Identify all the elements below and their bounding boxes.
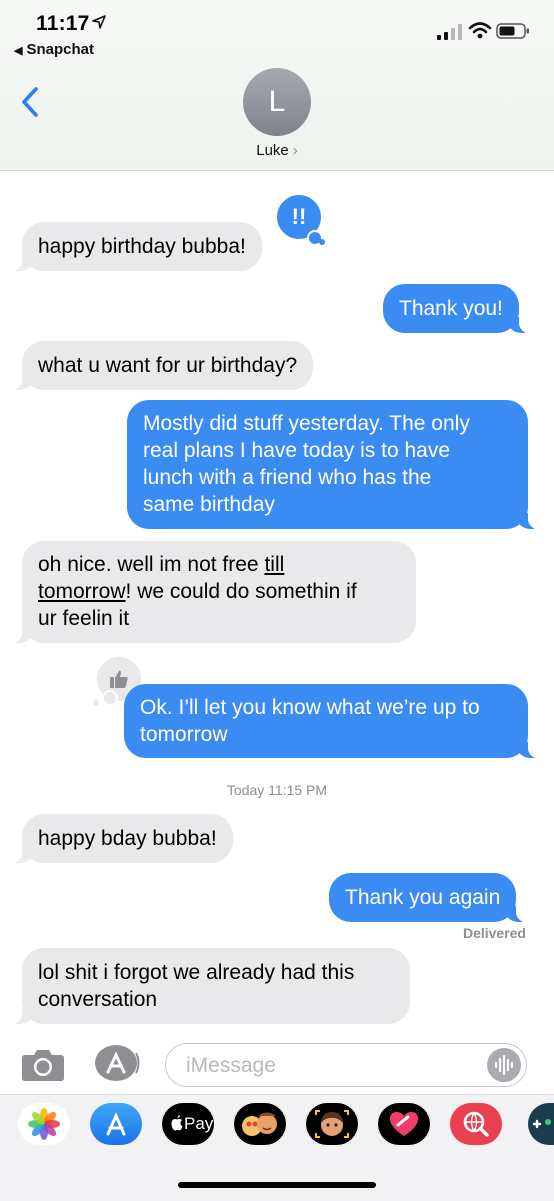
animoji-icon[interactable] [306,1103,358,1145]
message-line: same birthday [143,493,275,516]
camera-icon[interactable] [21,1046,65,1082]
tapback-tail-small [319,239,325,245]
back-chevron-icon[interactable] [18,86,44,118]
date-link-till[interactable]: till [264,553,284,576]
wifi-icon [468,22,492,39]
contact-avatar[interactable]: L [243,68,311,136]
message-text: Thank you! [399,297,503,320]
waveform-icon [494,1054,514,1076]
imessage-input[interactable]: iMessage [165,1043,527,1087]
home-indicator[interactable] [178,1182,376,1188]
battery-icon [496,23,529,39]
message-line: lol shit i forgot we already had this [38,961,355,984]
message-bubble-incoming[interactable]: happy bday bubba! [12,814,233,863]
date-link-tomorrow[interactable]: tomorrow [38,580,126,603]
message-text: happy birthday bubba! [38,235,246,258]
back-triangle-icon: ◀ [14,45,23,57]
contact-name: Luke [256,142,289,159]
message-bubble-outgoing[interactable]: Ok. I’ll let you know what we’re up to t… [124,684,538,758]
digital-touch-glyph [390,1112,418,1136]
message-line: ur feelin it [38,607,130,630]
message-text: oh nice. well im not free [38,553,265,576]
message-text: happy bday bubba! [38,827,217,850]
contact-chevron-icon: › [292,142,298,159]
message-bubble-outgoing[interactable]: Thank you! [383,284,529,333]
message-text: Thank you again [345,886,501,909]
back-app-label: Snapchat [26,41,94,58]
app-store-icon[interactable] [90,1103,142,1145]
date-link-tomorrow[interactable]: tomorrow [140,723,228,746]
apple-pay-icon[interactable]: Pay [162,1103,214,1145]
message-line: Mostly did stuff yesterday. The only [143,412,470,435]
photos-glyph [28,1108,60,1140]
cellular-signal-icon [437,24,462,40]
status-time: 11:17 [36,12,90,35]
timestamp: Today 11:15 PM [226,782,328,798]
message-line: Ok. I’ll let you know what we’re up to [140,696,480,719]
imessage-placeholder: iMessage [186,1054,276,1077]
memoji-stickers-icon[interactable] [234,1103,286,1145]
message-bubble-incoming[interactable]: what u want for ur birthday? [11,341,314,390]
message-line: lunch with a friend who has the [143,466,432,489]
message-bubble-outgoing[interactable]: Mostly did stuff yesterday. The only rea… [127,400,538,529]
message-line: real plans I have today is to have [143,439,451,462]
audio-message-button[interactable] [487,1048,521,1082]
app-store-glyph [106,1112,126,1136]
animoji-glyph [315,1110,349,1138]
web-search-icon[interactable] [450,1103,502,1145]
message-bubble-incoming[interactable]: lol shit i forgot we already had this co… [12,948,410,1024]
message-line: conversation [38,988,158,1011]
message-text: ! we could do somethin if [125,580,357,603]
app-store-drawer-icon[interactable] [94,1043,140,1083]
thumbs-up-glyph [110,670,128,688]
memoji-glyph [242,1112,277,1136]
conversation-header: 11:17 ◀ Snapchat L Luke › [0,0,554,171]
message-bubble-incoming[interactable]: happy birthday bubba! [12,222,262,271]
web-search-glyph [463,1111,489,1137]
message-text: what u want for ur birthday? [38,354,298,377]
contact-name-button[interactable]: Luke › [0,142,554,159]
apple-pay-label: Pay [184,1114,214,1133]
back-to-app-link[interactable]: ◀ Snapchat [14,41,94,58]
tapback-tail-small [93,700,99,706]
photos-icon[interactable] [18,1103,70,1145]
tapback-tail [102,690,118,706]
location-arrow-icon [92,15,106,29]
message-bubble-incoming[interactable]: oh nice. well im not free till tomorrow!… [12,541,416,643]
message-bubble-outgoing[interactable]: Thank you again [329,873,527,922]
delivered-status: Delivered [462,925,526,941]
avatar-initial: L [268,85,286,118]
digital-touch-icon[interactable] [378,1103,430,1145]
